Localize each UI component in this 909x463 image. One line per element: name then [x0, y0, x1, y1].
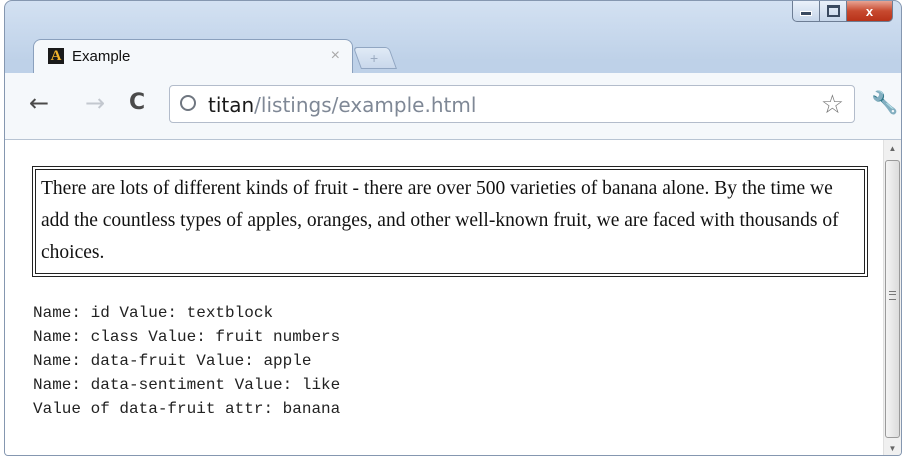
output-line: Name: class Value: fruit numbers [33, 328, 341, 346]
tab-close-icon[interactable]: × [331, 47, 340, 65]
new-tab-button[interactable]: + [352, 47, 398, 69]
output-line: Name: data-sentiment Value: like [33, 376, 341, 394]
forward-arrow-icon[interactable]: → [85, 89, 105, 117]
output-line: Value of data-fruit attr: banana [33, 400, 341, 418]
favicon-icon: A [48, 48, 64, 64]
reload-icon[interactable]: C [129, 89, 145, 117]
tab-title: Example [72, 48, 131, 65]
window-controls: x [792, 1, 893, 23]
scroll-down-icon[interactable]: ▼ [884, 444, 901, 453]
vertical-scrollbar[interactable]: ▲ ▼ [883, 140, 901, 455]
minimize-icon [800, 11, 812, 16]
address-bar[interactable]: titan/listings/example.html ☆ [169, 85, 855, 123]
back-arrow-icon[interactable]: ← [29, 89, 49, 117]
grip-icon [889, 291, 896, 300]
output-line: Name: id Value: textblock [33, 304, 274, 322]
maximize-icon [826, 5, 840, 17]
maximize-button[interactable] [820, 1, 847, 22]
globe-icon [180, 95, 196, 111]
plus-icon: + [370, 50, 379, 66]
output-line: Name: data-fruit Value: apple [33, 352, 312, 370]
tab-example[interactable]: A Example × [33, 39, 353, 73]
url-path: /listings/example.html [254, 93, 477, 117]
bookmark-star-icon[interactable]: ☆ [821, 89, 844, 120]
url-host: titan [208, 93, 255, 117]
text-block: There are lots of different kinds of fru… [32, 166, 868, 277]
tab-strip: A Example × + [5, 29, 901, 73]
page-content: There are lots of different kinds of fru… [5, 140, 883, 455]
browser-window: x A Example × + ← → C titan/listings/exa… [4, 0, 902, 456]
wrench-icon[interactable]: 🔧 [871, 91, 898, 116]
close-window-button[interactable]: x [847, 1, 893, 22]
minimize-button[interactable] [792, 1, 820, 22]
browser-toolbar: ← → C titan/listings/example.html ☆ 🔧 [5, 73, 901, 140]
scroll-up-icon[interactable]: ▲ [884, 144, 901, 153]
scrollbar-thumb[interactable] [885, 160, 900, 438]
url-text[interactable]: titan/listings/example.html [208, 93, 476, 117]
output-log: Name: id Value: textblock Name: class Va… [33, 301, 340, 421]
close-icon: x [865, 3, 874, 19]
